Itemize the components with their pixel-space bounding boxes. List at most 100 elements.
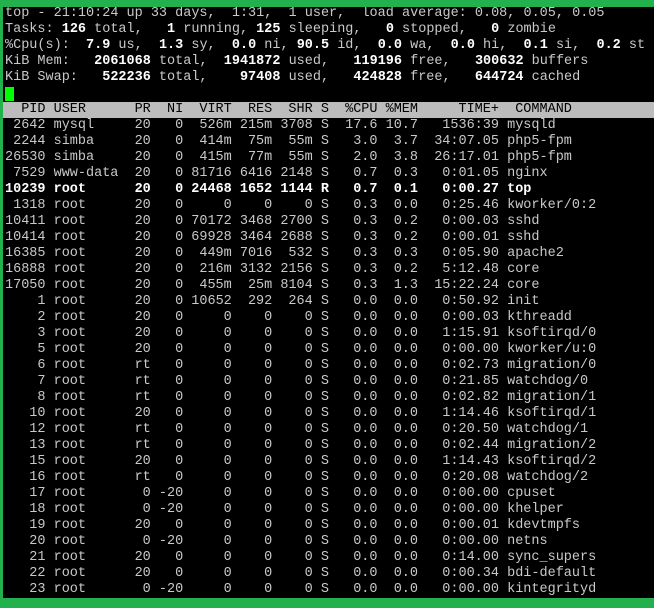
cell-user: root — [54, 470, 119, 486]
cell-user: root — [54, 358, 119, 374]
cell-ni: 0 — [159, 278, 183, 294]
cell-command: bdi-default — [507, 566, 654, 582]
cell-mem: 0.0 — [386, 534, 418, 550]
cell-command: sshd — [507, 230, 654, 246]
cell-command: watchdog/0 — [507, 374, 654, 390]
cpu-line: %Cpu(s): 7.9 us, 1.3 sy, 0.0 ni, 90.5 id… — [3, 38, 654, 54]
cell-res: 0 — [240, 390, 272, 406]
cell-shr: 2700 — [280, 214, 312, 230]
cell-virt: 24468 — [191, 182, 232, 198]
process-row: 17 root 0 -20 0 0 0 S 0.0 0.0 0:00.00 cp… — [3, 486, 654, 502]
cell-state: S — [321, 118, 329, 134]
process-row: 18 root 0 -20 0 0 0 S 0.0 0.0 0:00.00 kh… — [3, 502, 654, 518]
cell-cpu: 0.0 — [337, 534, 378, 550]
cell-pr: rt — [126, 390, 150, 406]
cell-pr: 20 — [126, 182, 150, 198]
cell-mem: 0.0 — [386, 358, 418, 374]
cell-pr: 0 — [126, 502, 150, 518]
mem-line: KiB Mem: 2061068 total, 1941872 used, 11… — [3, 54, 654, 70]
cell-shr: 0 — [280, 486, 312, 502]
cell-shr: 2156 — [280, 262, 312, 278]
cell-virt: 0 — [191, 198, 232, 214]
cell-state: S — [321, 582, 329, 598]
cell-virt: 455m — [191, 278, 232, 294]
cell-pr: 20 — [126, 326, 150, 342]
cell-shr: 0 — [280, 358, 312, 374]
cell-pr: 20 — [126, 566, 150, 582]
cell-pr: rt — [126, 374, 150, 390]
cell-virt: 0 — [191, 438, 232, 454]
process-row: 16888 root 20 0 216m 3132 2156 S 0.3 0.2… — [3, 262, 654, 278]
terminal-output[interactable]: top - 21:10:24 up 33 days, 1:31, 1 user,… — [3, 6, 654, 608]
cell-mem: 0.0 — [386, 310, 418, 326]
cell-pid: 10411 — [5, 214, 46, 230]
cell-time: 0:00.01 — [426, 230, 499, 246]
cell-virt: 0 — [191, 534, 232, 550]
cell-mem: 10.7 — [386, 118, 418, 134]
cell-ni: 0 — [159, 182, 183, 198]
cell-shr: 0 — [280, 326, 312, 342]
cell-pid: 7529 — [5, 166, 46, 182]
cell-virt: 0 — [191, 566, 232, 582]
cell-state: S — [321, 406, 329, 422]
process-row: 21 root 20 0 0 0 0 S 0.0 0.0 0:14.00 syn… — [3, 550, 654, 566]
cell-virt: 0 — [191, 406, 232, 422]
cell-shr: 0 — [280, 582, 312, 598]
cell-virt: 0 — [191, 374, 232, 390]
cell-shr: 0 — [280, 406, 312, 422]
cell-ni: 0 — [159, 422, 183, 438]
cell-virt: 449m — [191, 246, 232, 262]
cell-user: root — [54, 214, 119, 230]
cell-cpu: 0.0 — [337, 390, 378, 406]
cell-command: init — [507, 294, 654, 310]
cell-ni: 0 — [159, 550, 183, 566]
cell-ni: 0 — [159, 198, 183, 214]
cell-time: 0:02.82 — [426, 390, 499, 406]
cell-time: 26:17.01 — [426, 150, 499, 166]
cell-shr: 0 — [280, 518, 312, 534]
cell-mem: 0.0 — [386, 390, 418, 406]
cell-time: 0:25.46 — [426, 198, 499, 214]
cell-user: root — [54, 230, 119, 246]
column-header-user: USER — [54, 102, 119, 118]
cell-virt: 70172 — [191, 214, 232, 230]
cell-pr: 20 — [126, 230, 150, 246]
cell-state: S — [321, 214, 329, 230]
cell-mem: 0.0 — [386, 438, 418, 454]
process-row: 7529 www-data 20 0 81716 6416 2148 S 0.7… — [3, 166, 654, 182]
cell-mem: 0.0 — [386, 374, 418, 390]
cell-cpu: 0.0 — [337, 486, 378, 502]
cell-virt: 0 — [191, 470, 232, 486]
cell-user: root — [54, 374, 119, 390]
cell-res: 0 — [240, 342, 272, 358]
cell-pid: 7 — [5, 374, 46, 390]
cell-user: root — [54, 326, 119, 342]
process-row: 1318 root 20 0 0 0 0 S 0.3 0.0 0:25.46 k… — [3, 198, 654, 214]
cell-user: root — [54, 310, 119, 326]
cell-cpu: 0.7 — [337, 166, 378, 182]
cell-state: S — [321, 486, 329, 502]
cell-command: kthreadd — [507, 310, 654, 326]
cell-cpu: 0.3 — [337, 230, 378, 246]
cell-pid: 16 — [5, 470, 46, 486]
window-frame-bottom — [0, 598, 654, 608]
cell-mem: 0.0 — [386, 326, 418, 342]
cell-pid: 2642 — [5, 118, 46, 134]
cell-cpu: 3.0 — [337, 134, 378, 150]
cell-user: root — [54, 262, 119, 278]
cell-virt: 414m — [191, 134, 232, 150]
cell-time: 0:00.27 — [426, 182, 499, 198]
cell-time: 0:02.73 — [426, 358, 499, 374]
process-row: 6 root rt 0 0 0 0 S 0.0 0.0 0:02.73 migr… — [3, 358, 654, 374]
cell-shr: 2148 — [280, 166, 312, 182]
cell-res: 0 — [240, 422, 272, 438]
cell-command: mysqld — [507, 118, 654, 134]
cell-user: root — [54, 278, 119, 294]
cell-pr: rt — [126, 438, 150, 454]
cell-state: S — [321, 390, 329, 406]
cell-cpu: 0.0 — [337, 310, 378, 326]
cell-pid: 13 — [5, 438, 46, 454]
process-row: 10414 root 20 0 69928 3464 2688 S 0.3 0.… — [3, 230, 654, 246]
cell-cpu: 17.6 — [337, 118, 378, 134]
process-row: 15 root 20 0 0 0 0 S 0.0 0.0 1:14.43 kso… — [3, 454, 654, 470]
